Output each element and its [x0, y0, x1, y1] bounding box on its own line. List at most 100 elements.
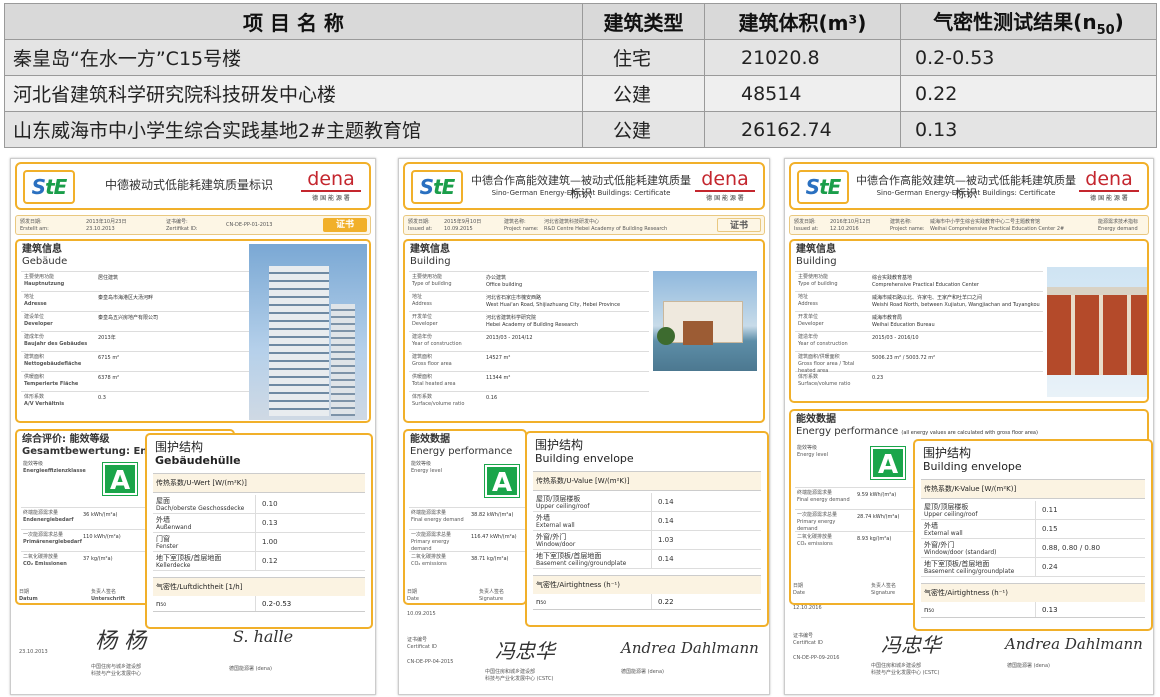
cell-volume: 21020.8: [704, 39, 901, 76]
footer-signature-label: 负责人签名 Signature: [479, 589, 505, 602]
dena-logo-icon: dena 德 国 能 源 署: [1079, 170, 1139, 202]
section-title: 能效数据 Energy performance: [410, 434, 513, 457]
header-building-volume: 建筑体积(m³): [704, 3, 901, 40]
certificate-qinhuangdao: StE 中德被动式低能耗建筑质量标识 dena 德 国 能 源 署 颁发日期: E…: [10, 158, 376, 695]
table-row: 外墙 External wall 0.15: [921, 520, 1145, 539]
footer-org-cn: 中国住房和城乡建设部 科技与产业化发展中心 (CSTC): [871, 663, 940, 676]
list-item: 一次能源需求总量 Primary energy demand 28.74 kWh/(…: [795, 509, 913, 532]
slide: 项 目 名 称 建筑类型 建筑体积(m³) 气密性测试结果(n50) 秦皇岛“在…: [0, 0, 1160, 697]
list-item: 体形系数 A/V Verhältnis 0.3: [21, 391, 249, 411]
table-row: 门窗 Fenster 1.00: [153, 533, 365, 552]
cell-volume: 48514: [704, 75, 901, 112]
u-value-header: 传热系数/U-Wert [W/(m²K)]: [153, 473, 365, 493]
section-title: 建筑信息 Building: [410, 244, 451, 267]
footer-signature-label: 负责人签名 Unterschrift: [91, 589, 126, 602]
list-item: 一次能源需求总量 Primary energy demand 116.47 kWh/…: [409, 529, 527, 552]
list-item: 建筑面积 Gross floor area 14527 m²: [409, 351, 649, 371]
certificate-hebei: StE 中德合作高能效建筑—被动式低能耗建筑质量标识 Sino-German E…: [398, 158, 770, 695]
eval-label: 能效等级 Energy level: [797, 445, 828, 458]
signature-2: Andrea Dahlmann: [621, 639, 759, 657]
header-result-text: 气密性测试结果(n: [933, 9, 1097, 34]
airtightness-header: 气密性/Airtightness (h⁻¹): [533, 575, 761, 594]
airtightness-header: 气密性/Luftdichtheit [1/h]: [153, 577, 365, 596]
meta-id-label-en: Zertifikat ID:: [166, 226, 198, 232]
cell-type: 公建: [582, 111, 705, 148]
certificate-weihai: StE 中德合作高能效建筑—被动式低能耗建筑质量标识 Sino-German E…: [784, 158, 1154, 695]
list-item: 建设单位 Developer 秦皇岛五兴房地产有限公司: [21, 311, 249, 331]
footer-cert-id-label: 证书编号 Certificat ID: [407, 637, 437, 650]
cell-type: 公建: [582, 75, 705, 112]
header-result-close: ): [1114, 9, 1124, 34]
list-item: 供暖面积 Total heated area 11344 m²: [409, 371, 649, 391]
cert-header: StE 中德被动式低能耗建筑质量标识 dena 德 国 能 源 署: [15, 162, 371, 210]
table-row: 地下室顶板/首层地面 Basement ceiling/groundplate 0.…: [921, 558, 1145, 577]
energy-values: 终端能源需求量 Final energy demand 38.82 kWh/(m²a…: [409, 507, 527, 573]
footer-cert-id: CN-DE-PP-09-2016: [793, 655, 840, 661]
table-row: 地下室顶板/首层地面 Basement ceiling/groundplate 0.…: [533, 550, 761, 569]
cert-meta: 颁发日期: Issued at: 2015年9月10日 10.09.2015 建筑名…: [403, 215, 765, 235]
section-title: 能效数据 Energy performance (all energy value…: [796, 414, 1038, 437]
list-item: 终端能源需求量 Final energy demand 9.59 kWh/(m²a): [795, 487, 913, 509]
list-item: 一次能源需求总量 Primärenergiebedarf 110 kWh/(m²a): [21, 529, 151, 551]
list-item: 地址 Address 河北省石家庄市槐安西路 West Huai'an Road, S…: [409, 291, 649, 311]
signature-2: Andrea Dahlmann: [1005, 635, 1143, 653]
table-row: 外窗/外门 Window/door 1.03: [533, 531, 761, 550]
meta-date-en: 23.10.2013: [86, 226, 115, 232]
table-row: 屋面 Dach/oberste Geschossdecke 0.10: [153, 495, 365, 514]
cell-result: 0.22: [900, 75, 1157, 112]
footer-org-cn: 中国住房和城乡建设部 科技与产业化发展中心 (CSTC): [485, 669, 554, 682]
list-item: 体形系数 Surface/volume ratio 0.16: [409, 391, 649, 411]
footer-date-label: 日期 Date: [793, 583, 805, 596]
grade-a-badge: A: [871, 447, 905, 480]
eval-label: 能效等级 Energy level: [411, 461, 442, 474]
list-item: 体形系数 Surface/volume ratio 0.23: [795, 371, 1043, 391]
cell-name: 山东威海市中小学生综合实践基地2#主题教育馆: [4, 111, 583, 148]
list-item: 二氧化碳排放量 CO₂ emissions 38.71 kg/(m²a): [409, 551, 527, 573]
energy-values: 终端能源需求量 Final energy demand 9.59 kWh/(m²a)…: [795, 487, 913, 553]
table-row: 山东威海市中小学生综合实践基地2#主题教育馆 公建 26162.74 0.13: [4, 111, 1157, 148]
table-row: 外墙 Außenwand 0.13: [153, 514, 365, 533]
project-table: 项 目 名 称 建筑类型 建筑体积(m³) 气密性测试结果(n50) 秦皇岛“在…: [4, 3, 1157, 148]
table-row: 秦皇岛“在水一方”C15号楼 住宅 21020.8 0.2-0.53: [4, 39, 1157, 76]
footer-date: 10.09.2015: [407, 611, 436, 617]
building-photo: [249, 244, 367, 420]
grade-a-badge: A: [103, 463, 137, 496]
table-row: 河北省建筑科学研究院科技研发中心楼 公建 48514 0.22: [4, 75, 1157, 112]
list-item: 地址 Address 威海市威石路以北、许家屯、王家产和吐羊口之间 Weishi Ro…: [795, 291, 1043, 311]
list-item: 地址 Adresse 秦皇岛市海港区大汤河畔: [21, 291, 249, 311]
footer-date: 12.10.2016: [793, 605, 822, 611]
cert-meta: 颁发日期: Erstellt am: 2013年10月23日 23.10.2013 …: [15, 215, 371, 235]
table-row: 屋顶/顶层楼板 Upper ceiling/roof 0.14: [533, 493, 761, 512]
header-building-type: 建筑类型: [582, 3, 705, 40]
dena-word: dena: [307, 168, 355, 190]
cert-title: 中德被动式低能耗建筑质量标识: [105, 178, 274, 192]
footer-date-label: 日期 Date: [407, 589, 419, 602]
envelope-panel: 围护结构 Building envelope 传热系数/K-Value [W/(m…: [913, 439, 1153, 631]
envelope-title: 围护结构 Gebäudehülle: [155, 440, 241, 467]
footer-signature-label: 负责人签名 Signature: [871, 583, 897, 596]
n50-row: n₅₀ 0.22: [533, 594, 761, 610]
building-info-list: 主要使用功能 Hauptnutzung 居住建筑 地址 Adresse 秦皇岛市海港区大…: [21, 271, 249, 411]
footer-cert-id: CN-DE-PP-04-2015: [407, 659, 454, 665]
list-item: 主要使用功能 Hauptnutzung 居住建筑: [21, 271, 249, 291]
dena-logo-icon: dena 德 国 能 源 署: [301, 170, 361, 202]
cell-result: 0.13: [900, 111, 1157, 148]
cert-header: StE 中德合作高能效建筑—被动式低能耗建筑质量标识 Sino-German E…: [403, 162, 765, 210]
list-item: 主要使用功能 Type of building 综合实践教育基地 Comprehens…: [795, 271, 1043, 291]
building-info-list: 主要使用功能 Type of building 办公建筑 Office buildin…: [409, 271, 649, 411]
cell-volume: 26162.74: [704, 111, 901, 148]
footer-org-dena: 德国能源署 (dena): [621, 669, 664, 675]
cert-badge: 证书: [717, 218, 761, 232]
footer-org-dena: 德国能源署 (dena): [1007, 663, 1050, 669]
dena-sub: 德 国 能 源 署: [1090, 195, 1128, 202]
list-item: 开发单位 Developer 河北省建筑科学研究院 Hebei Academy of …: [409, 311, 649, 331]
building-info-list: 主要使用功能 Type of building 综合实践教育基地 Comprehens…: [795, 271, 1043, 391]
energy-values: 终端能源需求量 Endenergiebedarf 36 kWh/(m²a) 一次能源…: [21, 507, 151, 573]
envelope-title: 围护结构 Building envelope: [535, 438, 634, 465]
energy-section: 能效数据 Energy performance 能效等级 Energy level …: [403, 429, 527, 605]
table-header-row: 项 目 名 称 建筑类型 建筑体积(m³) 气密性测试结果(n50): [4, 3, 1157, 40]
cell-name: 秦皇岛“在水一方”C15号楼: [4, 39, 583, 76]
list-item: 终端能源需求量 Endenergiebedarf 36 kWh/(m²a): [21, 507, 151, 529]
grade-a-badge: A: [485, 465, 519, 498]
signature-2: S. halle: [233, 627, 294, 646]
